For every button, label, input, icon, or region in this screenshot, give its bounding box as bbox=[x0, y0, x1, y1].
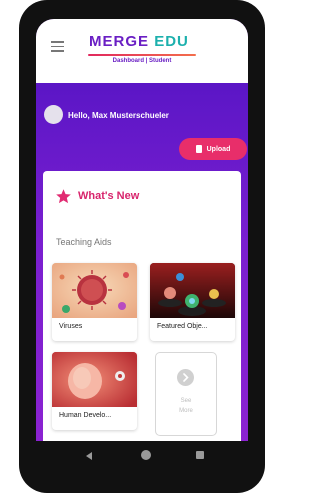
document-icon bbox=[195, 145, 202, 153]
logo-merge: MERGE bbox=[89, 33, 150, 50]
home-circle-icon[interactable] bbox=[141, 450, 151, 460]
logo: MERGE EDU bbox=[89, 33, 199, 51]
logo-edu: EDU bbox=[154, 33, 189, 50]
page-subtitle: Dashboard | Student bbox=[112, 58, 172, 64]
hamburger-menu-icon[interactable] bbox=[51, 41, 64, 52]
logo-underline bbox=[88, 54, 196, 56]
back-triangle-icon[interactable] bbox=[86, 452, 92, 460]
upload-button[interactable]: Upload bbox=[179, 138, 247, 160]
see-more-line2: More bbox=[179, 408, 193, 414]
chevron-right-icon bbox=[177, 369, 194, 386]
tile-featured-objects[interactable]: Featured Obje... bbox=[150, 263, 235, 341]
whats-new-title: What's New bbox=[78, 190, 140, 202]
recent-square-icon[interactable] bbox=[196, 451, 204, 459]
tile-label: Viruses bbox=[59, 323, 83, 330]
see-more-label: See More bbox=[156, 396, 216, 416]
tile-label: Featured Obje... bbox=[157, 323, 208, 330]
app-header: MERGE EDU Dashboard | Student bbox=[36, 19, 248, 83]
see-more-button[interactable]: See More bbox=[155, 352, 217, 436]
tile-viruses[interactable]: Viruses bbox=[52, 263, 137, 341]
tile-label: Human Develo... bbox=[59, 412, 112, 419]
star-icon bbox=[56, 189, 71, 204]
upload-label: Upload bbox=[206, 145, 231, 153]
virus-thumbnail bbox=[52, 263, 137, 318]
see-more-line1: See bbox=[180, 398, 192, 404]
tile-human-development[interactable]: Human Develo... bbox=[52, 352, 137, 430]
greeting-text: Hello, Max Musterschueler bbox=[68, 111, 169, 120]
human-development-thumbnail bbox=[52, 352, 137, 407]
avatar[interactable] bbox=[44, 105, 63, 124]
section-title-teaching-aids: Teaching Aids bbox=[56, 237, 112, 247]
featured-objects-thumbnail bbox=[150, 263, 235, 318]
